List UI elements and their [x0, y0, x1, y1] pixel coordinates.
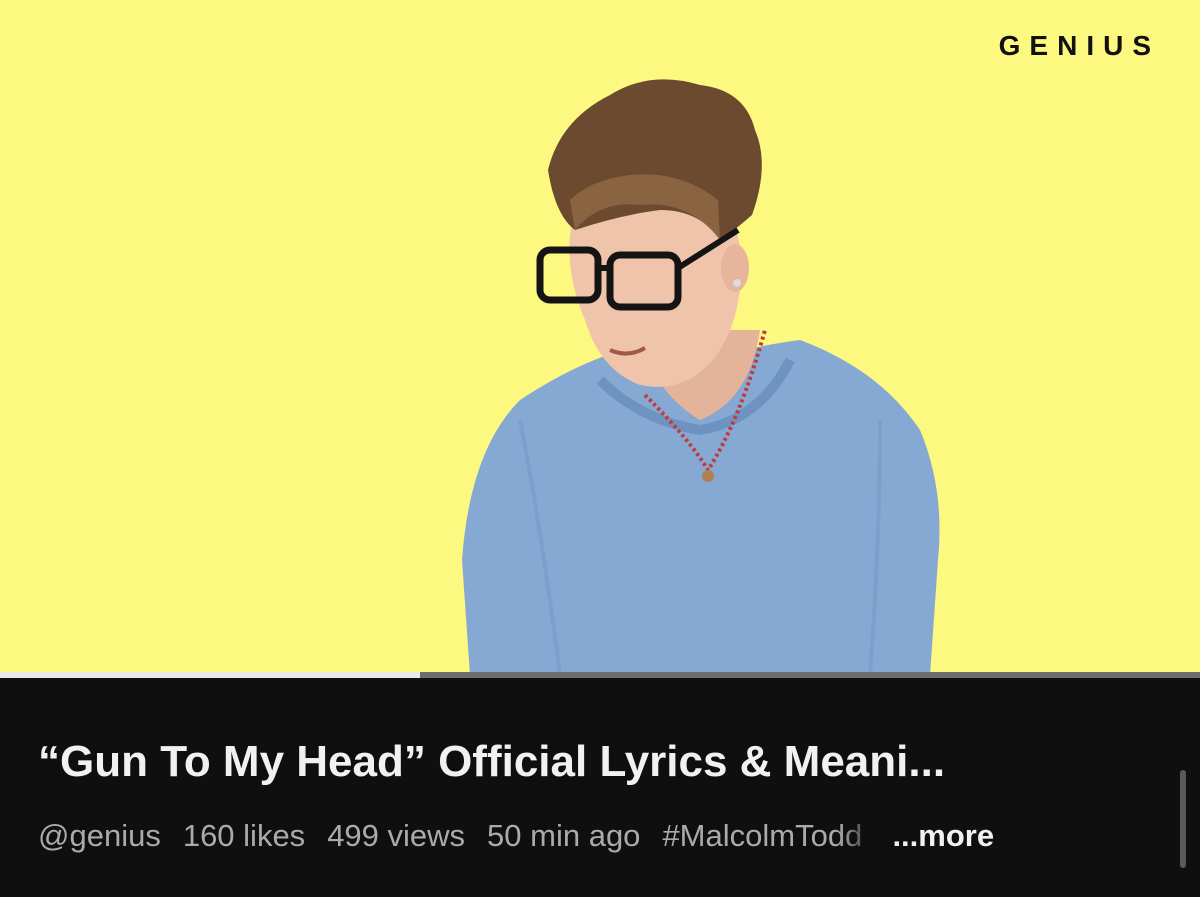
more-button[interactable]: ...more [892, 818, 994, 854]
genius-logo: GENIUS [998, 30, 1160, 61]
hashtag-link[interactable]: #MalcolmTodd [662, 818, 882, 854]
video-info-panel: “Gun To My Head” Official Lyrics & Meani… [0, 678, 1200, 897]
video-frame-person [462, 79, 940, 675]
video-meta-row: @genius 160 likes 499 views 50 min ago #… [38, 816, 1158, 856]
video-title[interactable]: “Gun To My Head” Official Lyrics & Meani… [38, 736, 1148, 788]
like-count: 160 likes [182, 818, 306, 853]
scrollbar[interactable] [1180, 770, 1186, 868]
view-count: 499 views [327, 818, 466, 853]
channel-handle[interactable]: @genius [38, 818, 161, 854]
video-player[interactable]: GENIUS [0, 0, 1200, 675]
upload-time: 50 min ago [487, 818, 641, 853]
